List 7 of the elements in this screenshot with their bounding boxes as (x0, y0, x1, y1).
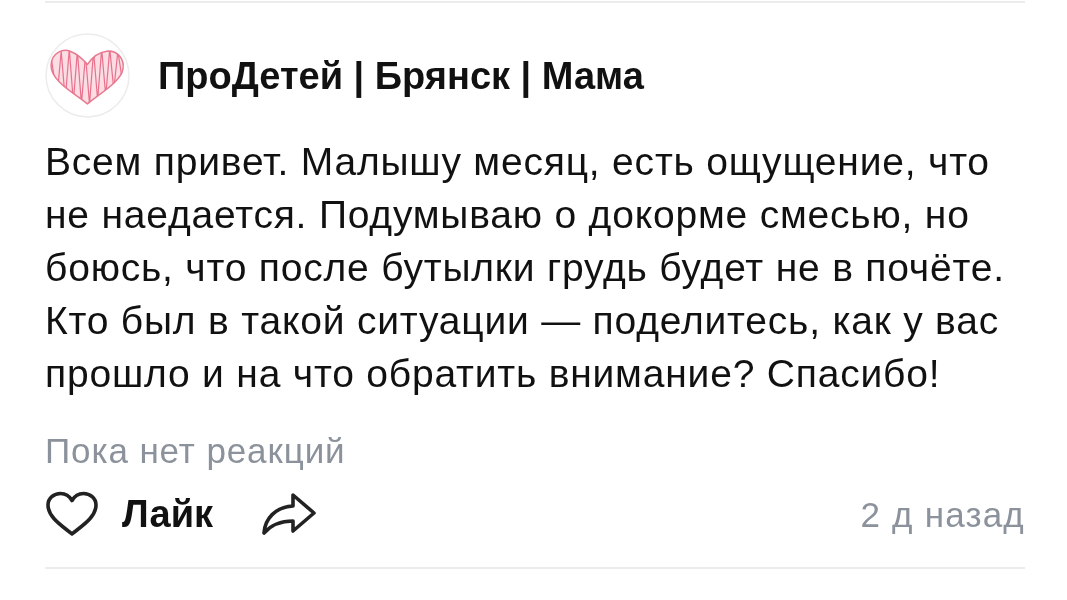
share-icon (261, 492, 318, 536)
reactions-summary: Пока нет реакций (45, 433, 347, 468)
post-time: 2 д назад (860, 496, 1025, 532)
share-button[interactable] (261, 492, 318, 536)
post-text: Всем привет. Малышу месяц, есть ощущение, что не наедается. Подумываю о докорме смесью, но боюсь, что после бутылки грудь будет не в почёте. Кто был в такой ситуации — поделитесь, как у вас прошло и на что обратить внимание? Спасибо! (45, 139, 1006, 397)
heart-avatar-icon (45, 33, 130, 118)
like-button[interactable]: Лайк (45, 491, 214, 537)
